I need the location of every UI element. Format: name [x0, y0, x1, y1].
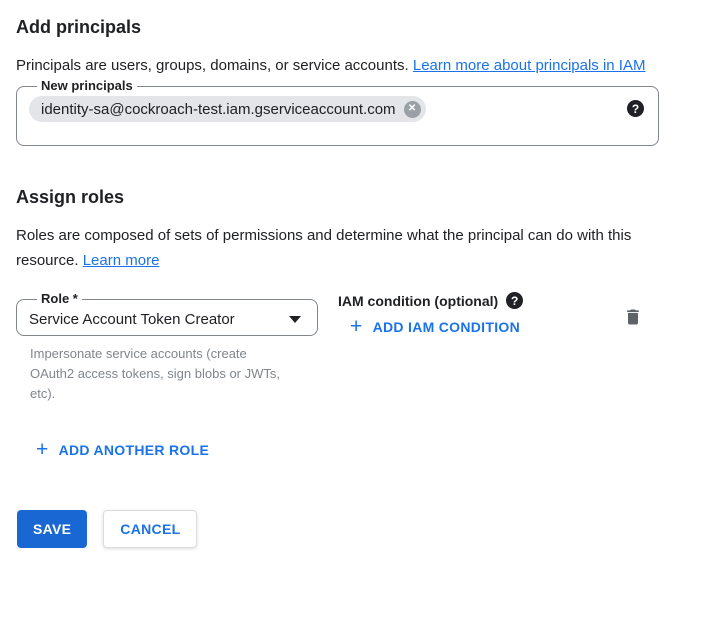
new-principals-field[interactable]: New principals identity-sa@cockroach-tes…: [16, 78, 659, 146]
close-icon: ✕: [408, 104, 416, 114]
cancel-button[interactable]: CANCEL: [103, 510, 197, 548]
add-another-role-button[interactable]: + ADD ANOTHER ROLE: [28, 436, 217, 464]
principals-description-text: Principals are users, groups, domains, o…: [16, 57, 409, 74]
chevron-down-icon: [289, 316, 301, 323]
role-selected-value: Service Account Token Creator: [29, 311, 235, 328]
iam-condition-label: IAM condition (optional): [338, 293, 498, 309]
role-label: Role *: [37, 291, 82, 307]
new-principals-label: New principals: [37, 78, 137, 94]
trash-icon: [623, 307, 643, 327]
role-select-value-row[interactable]: Service Account Token Creator: [29, 307, 303, 328]
delete-role-button[interactable]: [617, 301, 649, 333]
learn-more-principals-link[interactable]: Learn more about principals in IAM: [413, 57, 646, 74]
add-iam-condition-label: ADD IAM CONDITION: [373, 319, 520, 335]
add-another-role-label: ADD ANOTHER ROLE: [59, 442, 210, 458]
principal-chip-text: identity-sa@cockroach-test.iam.gservicea…: [41, 101, 396, 118]
plus-icon: +: [350, 320, 363, 334]
plus-icon: +: [36, 443, 49, 457]
assign-roles-title: Assign roles: [16, 186, 659, 208]
role-helper-text: Impersonate service accounts (create OAu…: [30, 344, 285, 404]
add-iam-condition-button[interactable]: + ADD IAM CONDITION: [342, 313, 528, 341]
role-select[interactable]: Role * Service Account Token Creator: [16, 291, 318, 336]
chip-remove-icon[interactable]: ✕: [404, 101, 421, 118]
new-principals-input-area[interactable]: identity-sa@cockroach-test.iam.gservicea…: [29, 94, 644, 122]
iam-condition-help-icon[interactable]: ?: [506, 292, 523, 309]
role-column: Role * Service Account Token Creator Imp…: [16, 291, 318, 404]
question-mark-glyph: ?: [511, 295, 518, 307]
principals-description: Principals are users, groups, domains, o…: [16, 53, 659, 78]
save-button[interactable]: SAVE: [17, 510, 87, 548]
learn-more-roles-link[interactable]: Learn more: [83, 252, 160, 269]
question-mark-glyph: ?: [632, 103, 639, 115]
role-assignment-row: Role * Service Account Token Creator Imp…: [16, 291, 659, 404]
page-title: Add principals: [16, 16, 659, 38]
roles-description: Roles are composed of sets of permission…: [16, 223, 659, 273]
add-principals-panel: Add principals Principals are users, gro…: [0, 0, 713, 548]
principals-help-icon[interactable]: ?: [627, 100, 644, 117]
iam-condition-column: IAM condition (optional) ? + ADD IAM CON…: [338, 291, 528, 341]
dialog-footer: SAVE CANCEL: [16, 510, 659, 548]
iam-condition-label-row: IAM condition (optional) ?: [338, 292, 528, 309]
principal-chip[interactable]: identity-sa@cockroach-test.iam.gservicea…: [29, 96, 426, 122]
